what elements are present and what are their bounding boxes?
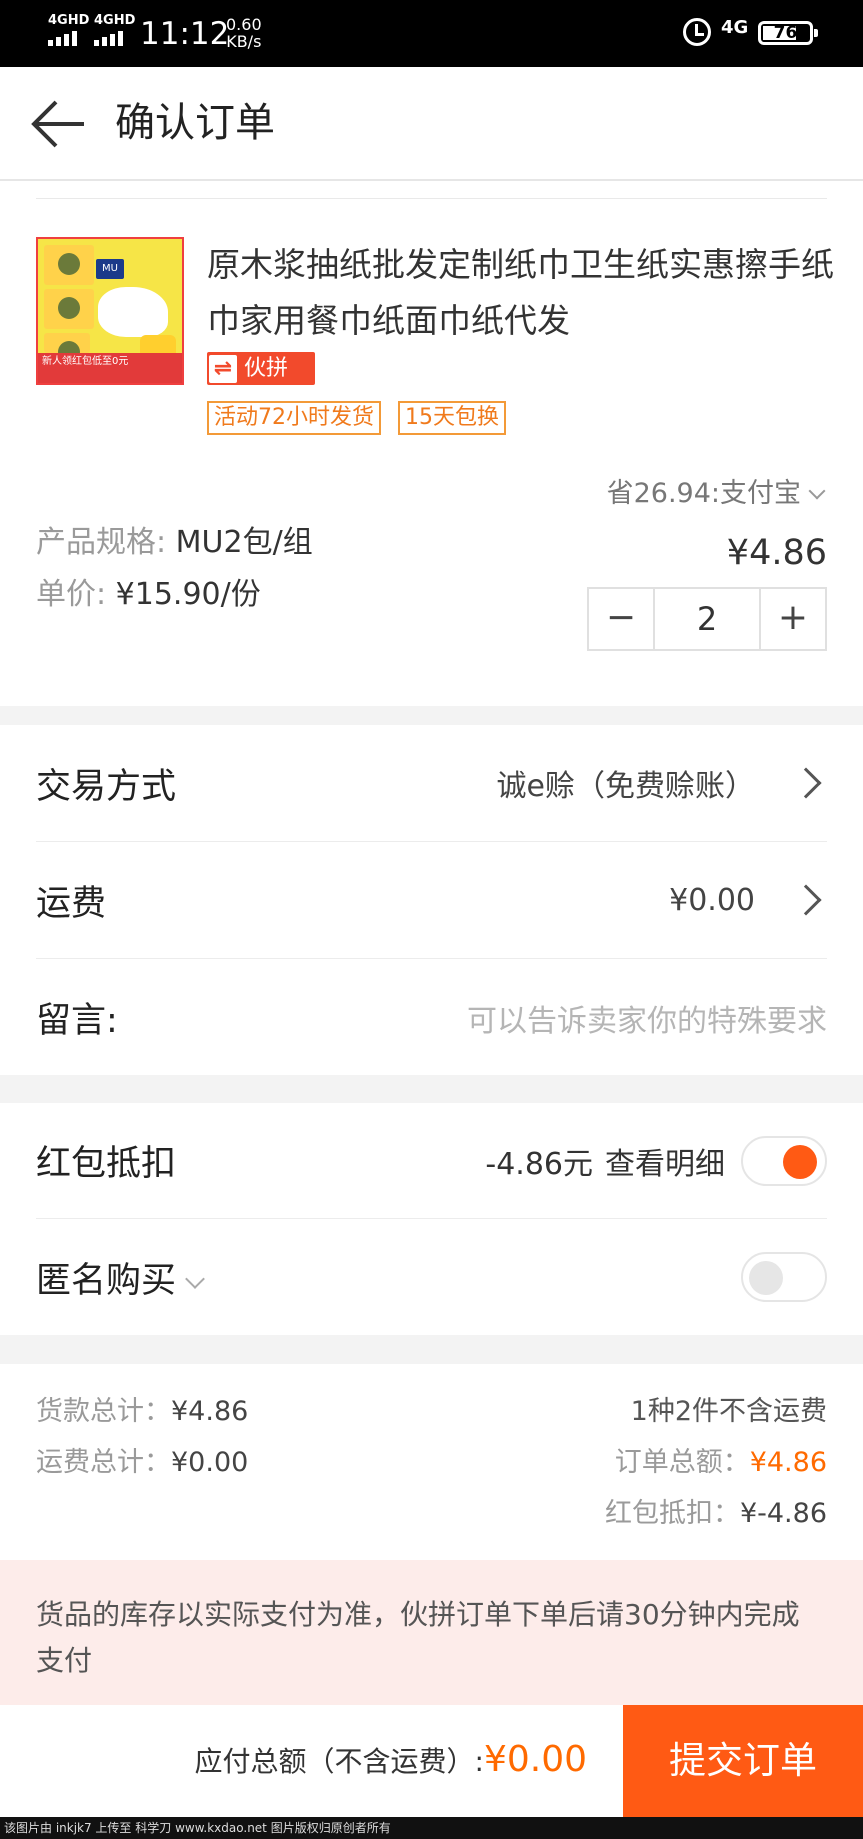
unit-price-value: ¥15.90/份: [115, 577, 261, 612]
chevron-down-icon: [185, 1268, 205, 1289]
redpacket-deduction-label: 红包抵扣：: [604, 1498, 740, 1529]
quantity-input[interactable]: 2: [653, 589, 761, 649]
network-label-1: 4GHD: [48, 13, 90, 28]
shipping-row[interactable]: 运费 ¥0.00: [36, 842, 827, 959]
stock-notice: 货品的库存以实际支付为准，伙拼订单下单后请30分钟内完成支付: [0, 1560, 863, 1705]
status-bar: 4GHD 4GHD 11:12 0.60 KB/s 4G 76: [0, 0, 863, 67]
order-total: 订单总额：¥4.86: [615, 1443, 827, 1483]
net-speed-value: 0.60: [226, 15, 262, 34]
network-label-3: 4G: [721, 17, 749, 38]
goods-total-label: 货款总计：: [36, 1396, 171, 1427]
saving-dropdown[interactable]: 省26.94:支付宝: [607, 477, 829, 511]
message-input[interactable]: 可以告诉卖家你的特殊要求: [467, 996, 827, 1040]
order-summary: 货款总计：¥4.86 运费总计：¥0.00 1种2件不含运费 订单总额：¥4.8…: [0, 1364, 863, 1560]
goods-total-value: ¥4.86: [171, 1396, 249, 1427]
signal-bars-icon: [94, 31, 135, 46]
arrow-left-icon[interactable]: [30, 99, 86, 149]
saving-text: 省26.94:支付宝: [606, 478, 801, 509]
item-price: ¥4.86: [726, 533, 827, 573]
signal-2: 4GHD: [94, 14, 135, 46]
trade-method-label: 交易方式: [36, 766, 177, 807]
items-count: 1种2件不含运费: [630, 1396, 827, 1427]
tissue-pack-image: [44, 333, 90, 363]
anonymous-label-wrap[interactable]: 匿名购买: [36, 1252, 205, 1303]
page-title: 确认订单: [115, 100, 275, 146]
anonymous-row: 匿名购买: [36, 1219, 827, 1335]
alarm-icon: [683, 18, 711, 46]
order-total-label: 订单总额：: [614, 1447, 750, 1478]
chevron-right-icon: [790, 884, 822, 916]
group-buy-badge-label: 伙拼: [244, 355, 289, 381]
product-card: MU 新人领红包低至0元 原木浆抽纸批发定制纸巾卫生纸实惠擦手纸巾家用餐巾纸面巾…: [0, 181, 863, 706]
increase-button[interactable]: +: [761, 589, 825, 649]
spec-value: MU2包/组: [175, 525, 313, 560]
redpacket-amount: -4.86元: [485, 1146, 593, 1182]
redpacket-row: 红包抵扣 -4.86元 查看明细: [36, 1103, 827, 1219]
chevron-right-icon: [790, 767, 822, 799]
promo-banner-text: 新人领红包低至0元: [38, 353, 182, 383]
goods-total: 货款总计：¥4.86: [36, 1392, 248, 1432]
decrease-button[interactable]: −: [589, 589, 653, 649]
message-row: 留言: 可以告诉卖家你的特殊要求: [36, 959, 827, 1076]
tissue-image: [98, 287, 168, 337]
order-total-value: ¥4.86: [749, 1447, 827, 1478]
net-speed: 0.60 KB/s: [226, 16, 262, 50]
chevron-down-icon: [808, 482, 826, 500]
toggle-knob: [783, 1144, 817, 1179]
battery-icon: 76: [758, 21, 818, 45]
service-tag: 活动72小时发货: [207, 401, 381, 435]
group-buy-badge: ⇌ 伙拼: [207, 352, 315, 385]
unit-price: 单价: ¥15.90/份: [36, 575, 261, 615]
redpacket-label: 红包抵扣: [36, 1144, 177, 1184]
payable-label: 应付总额（不含运费）:: [194, 1745, 484, 1778]
signal-1: 4GHD: [48, 14, 89, 46]
checkout-bar: 应付总额（不含运费）: ¥0.00 提交订单: [0, 1705, 863, 1817]
redpacket-deduction: 红包抵扣：¥-4.86: [605, 1494, 827, 1534]
group-buy-icon: ⇌: [209, 354, 237, 383]
spec-label: 产品规格:: [36, 525, 167, 560]
tissue-pack-image: [44, 245, 94, 285]
order-options: 交易方式 诚e赊（免费赊账） 运费 ¥0.00 留言: 可以告诉卖家你的特殊要求: [0, 725, 863, 1075]
shipping-total: 运费总计：¥0.00: [36, 1443, 248, 1483]
redpacket-deduction-value: ¥-4.86: [739, 1498, 827, 1529]
redpacket-toggle[interactable]: [741, 1135, 827, 1186]
payable-value: ¥0.00: [483, 1739, 587, 1780]
trade-method-value: 诚e赊（免费赊账）: [496, 769, 755, 804]
shipping-total-value: ¥0.00: [171, 1447, 249, 1478]
message-label: 留言:: [36, 1001, 118, 1041]
brand-logo: MU: [96, 259, 124, 279]
toggle-knob: [749, 1261, 783, 1295]
quantity-stepper: − 2 +: [587, 587, 827, 651]
shipping-total-label: 运费总计：: [36, 1447, 171, 1478]
service-tag: 15天包换: [398, 401, 506, 435]
network-label-2: 4GHD: [94, 13, 136, 28]
product-spec: 产品规格: MU2包/组: [36, 523, 313, 563]
submit-order-button[interactable]: 提交订单: [623, 1705, 863, 1817]
signal-bars-icon: [48, 31, 89, 46]
divider: [36, 198, 827, 199]
anonymous-label: 匿名购买: [36, 1260, 177, 1301]
trade-method-row[interactable]: 交易方式 诚e赊（免费赊账）: [36, 725, 827, 842]
app-header: 确认订单: [0, 67, 863, 181]
payment-options: 红包抵扣 -4.86元 查看明细 匿名购买: [0, 1103, 863, 1335]
battery-level: 76: [773, 23, 798, 43]
view-detail-link[interactable]: 查看明细: [605, 1139, 725, 1183]
unit-price-label: 单价:: [36, 577, 107, 612]
anonymous-toggle[interactable]: [741, 1252, 827, 1302]
net-speed-unit: KB/s: [226, 32, 262, 51]
shipping-value: ¥0.00: [669, 882, 755, 918]
tissue-pack-image: [44, 289, 94, 329]
payable-total: 应付总额（不含运费）: ¥0.00: [195, 1735, 588, 1787]
watermark: 该图片由 inkjk7 上传至 科学刀 www.kxdao.net 图片版权归原…: [0, 1817, 863, 1839]
shipping-label: 运费: [36, 883, 107, 924]
product-title[interactable]: 原木浆抽纸批发定制纸巾卫生纸实惠擦手纸巾家用餐巾纸面巾纸代发: [207, 237, 837, 349]
product-thumbnail[interactable]: MU 新人领红包低至0元: [36, 237, 184, 385]
clock: 11:12: [140, 16, 230, 52]
